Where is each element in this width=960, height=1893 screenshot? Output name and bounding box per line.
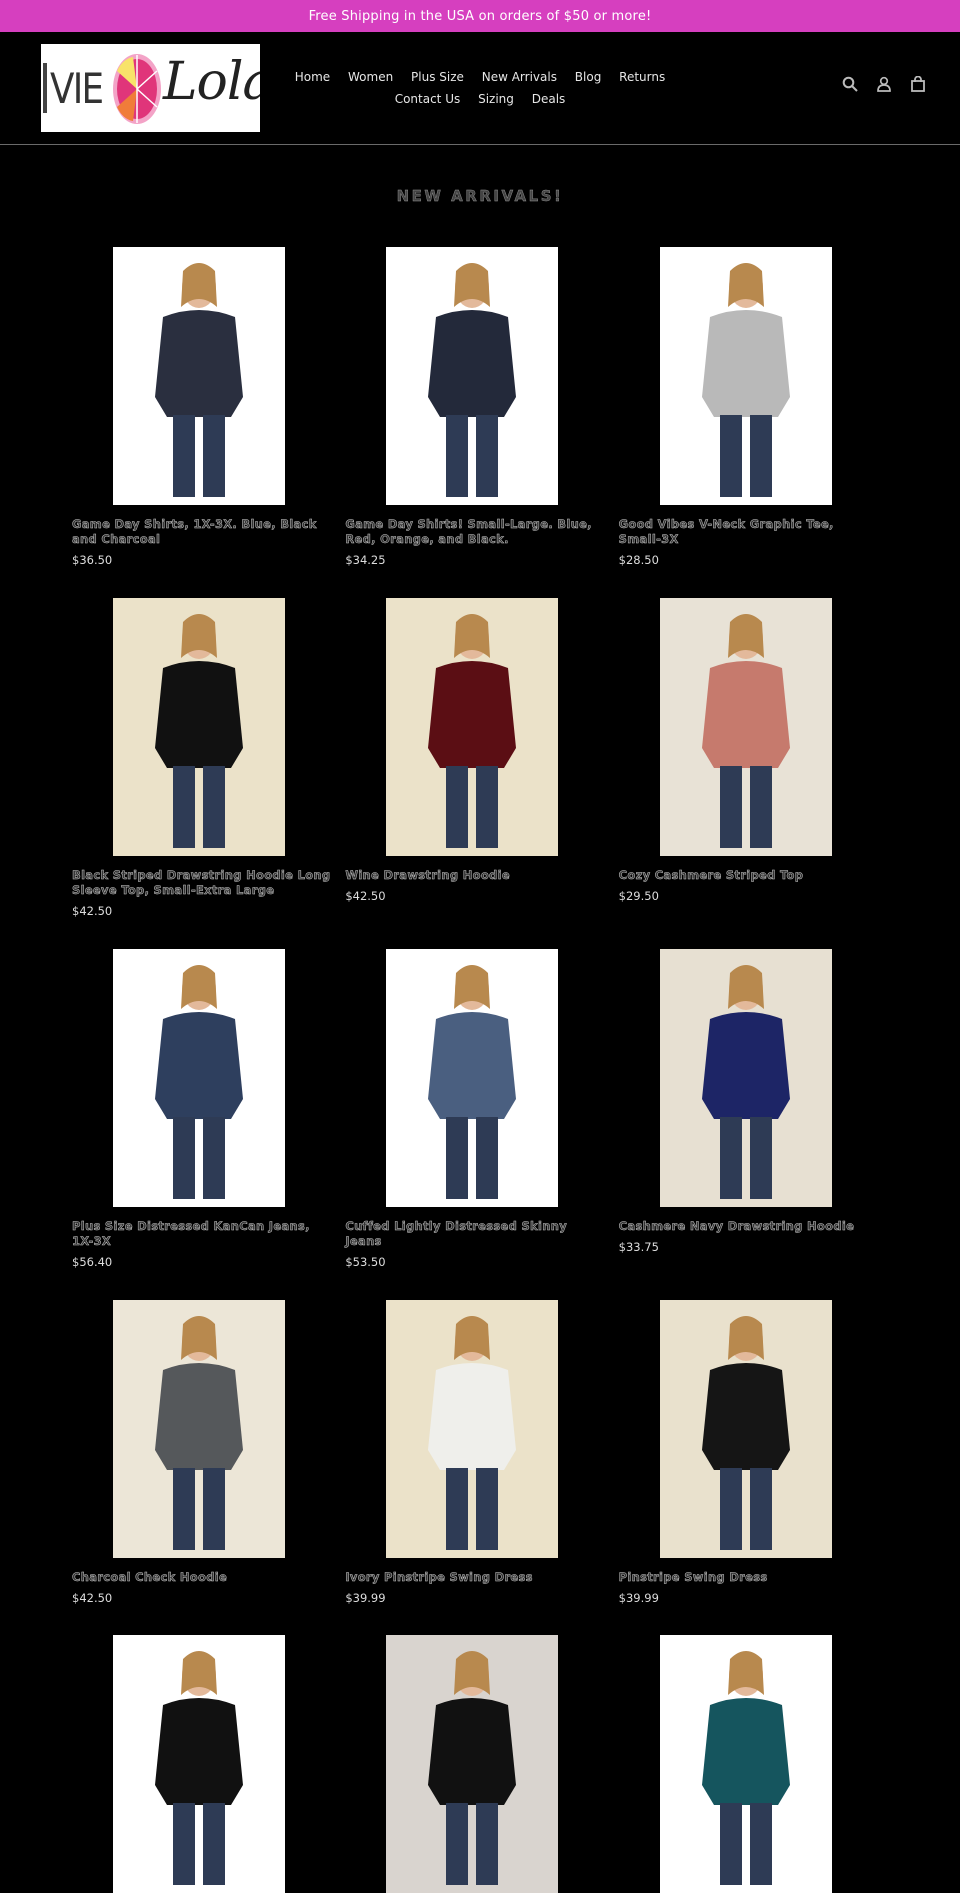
logo-text-left: VIE: [50, 63, 104, 113]
section-title: NEW ARRIVALS!: [396, 187, 564, 205]
product-image[interactable]: [386, 598, 559, 856]
product-title[interactable]: Plus Size Distressed KanCan Jeans, 1X-3X: [72, 1219, 332, 1249]
product-price: $39.99: [618, 1591, 659, 1605]
product-card[interactable]: Game Day Shirts, 1X-3X. Blue, Black and …: [72, 247, 345, 598]
product-card[interactable]: Cashmere Navy Drawstring Hoodie $33.75: [618, 949, 892, 1300]
product-card[interactable]: [345, 1635, 618, 1893]
product-price: $53.50: [345, 1255, 386, 1269]
product-grid: Game Day Shirts, 1X-3X. Blue, Black and …: [72, 247, 892, 1893]
product-image[interactable]: [113, 949, 285, 1207]
nav-contact-us[interactable]: Contact Us: [395, 92, 461, 106]
product-image[interactable]: [386, 949, 559, 1207]
product-card[interactable]: [619, 1635, 892, 1893]
site-header: VIE Lola Home Women Plus Size New Arriva…: [0, 32, 960, 145]
product-title[interactable]: Wine Drawstring Hoodie: [345, 868, 605, 883]
product-card[interactable]: Charcoal Check Hoodie $42.50: [72, 1300, 345, 1635]
logo[interactable]: VIE Lola: [41, 44, 260, 132]
logo-bar: [43, 63, 47, 113]
product-row: [72, 1635, 892, 1893]
product-image[interactable]: [659, 598, 832, 856]
search-icon[interactable]: [842, 76, 858, 92]
product-price: $33.75: [618, 1240, 659, 1254]
product-card[interactable]: Cuffed Lightly Distressed Skinny Jeans $5…: [345, 949, 618, 1300]
product-title[interactable]: Pinstripe Swing Dress: [618, 1570, 879, 1585]
product-image[interactable]: [113, 247, 285, 505]
product-title[interactable]: Charcoal Check Hoodie: [72, 1570, 332, 1585]
nav-new-arrivals[interactable]: New Arrivals: [482, 70, 557, 84]
product-row: Charcoal Check Hoodie $42.50 Ivory Pinstri…: [72, 1300, 892, 1635]
product-card[interactable]: Black Striped Drawstring Hoodie Long Sle…: [72, 598, 345, 949]
product-title[interactable]: Cozy Cashmere Striped Top: [618, 868, 879, 883]
nav-plus-size[interactable]: Plus Size: [411, 70, 464, 84]
product-price: $36.50: [72, 553, 113, 567]
product-image[interactable]: [659, 949, 832, 1207]
product-card[interactable]: Plus Size Distressed KanCan Jeans, 1X-3X…: [72, 949, 345, 1300]
product-title[interactable]: Black Striped Drawstring Hoodie Long Sle…: [72, 868, 332, 898]
nav-women[interactable]: Women: [348, 70, 393, 84]
product-card[interactable]: Game Day Shirts! Small-Large. Blue, Red,…: [345, 247, 618, 598]
product-row: Black Striped Drawstring Hoodie Long Sle…: [72, 598, 892, 949]
product-title[interactable]: Cuffed Lightly Distressed Skinny Jeans: [345, 1219, 605, 1249]
product-row: Game Day Shirts, 1X-3X. Blue, Black and …: [72, 247, 892, 598]
product-image[interactable]: [113, 1635, 285, 1893]
product-title[interactable]: Cashmere Navy Drawstring Hoodie: [618, 1219, 879, 1234]
product-price: $42.50: [345, 889, 386, 903]
product-card[interactable]: Cozy Cashmere Striped Top $29.50: [618, 598, 892, 949]
product-image[interactable]: [113, 598, 285, 856]
product-image[interactable]: [386, 1300, 559, 1558]
header-icons: [842, 75, 926, 92]
product-image[interactable]: [386, 247, 559, 505]
nav-sizing[interactable]: Sizing: [478, 92, 514, 106]
cart-icon[interactable]: [910, 75, 926, 92]
product-card[interactable]: Good Vibes V-Neck Graphic Tee, Small-3X $…: [618, 247, 892, 598]
announcement-bar: Free Shipping in the USA on orders of $5…: [0, 0, 960, 32]
product-card[interactable]: [72, 1635, 345, 1893]
product-title[interactable]: Good Vibes V-Neck Graphic Tee, Small-3X: [618, 517, 879, 547]
citrus-icon: [113, 54, 161, 124]
announcement-text: Free Shipping in the USA on orders of $5…: [308, 8, 652, 24]
product-card[interactable]: Pinstripe Swing Dress $39.99: [618, 1300, 892, 1635]
product-row: Plus Size Distressed KanCan Jeans, 1X-3X…: [72, 949, 892, 1300]
logo-text-right: Lola: [163, 52, 260, 112]
product-price: $42.50: [72, 1591, 113, 1605]
product-price: $39.99: [345, 1591, 386, 1605]
product-price: $28.50: [618, 553, 659, 567]
product-card[interactable]: Ivory Pinstripe Swing Dress $39.99: [345, 1300, 618, 1635]
product-image[interactable]: [386, 1635, 559, 1893]
account-icon[interactable]: [876, 76, 892, 92]
product-title[interactable]: Ivory Pinstripe Swing Dress: [345, 1570, 605, 1585]
product-image[interactable]: [113, 1300, 285, 1558]
main-nav: Home Women Plus Size New Arrivals Blog R…: [280, 66, 680, 110]
product-price: $42.50: [72, 904, 113, 918]
product-title[interactable]: Game Day Shirts, 1X-3X. Blue, Black and …: [72, 517, 332, 547]
nav-returns[interactable]: Returns: [619, 70, 665, 84]
nav-home[interactable]: Home: [295, 70, 330, 84]
product-card[interactable]: Wine Drawstring Hoodie $42.50: [345, 598, 618, 949]
product-image[interactable]: [659, 1300, 832, 1558]
product-title[interactable]: Game Day Shirts! Small-Large. Blue, Red,…: [345, 517, 605, 547]
product-image[interactable]: [659, 1635, 832, 1893]
product-price: $29.50: [618, 889, 659, 903]
product-price: $34.25: [345, 553, 386, 567]
product-image[interactable]: [659, 247, 832, 505]
product-price: $56.40: [72, 1255, 113, 1269]
nav-blog[interactable]: Blog: [575, 70, 602, 84]
nav-deals[interactable]: Deals: [532, 92, 566, 106]
